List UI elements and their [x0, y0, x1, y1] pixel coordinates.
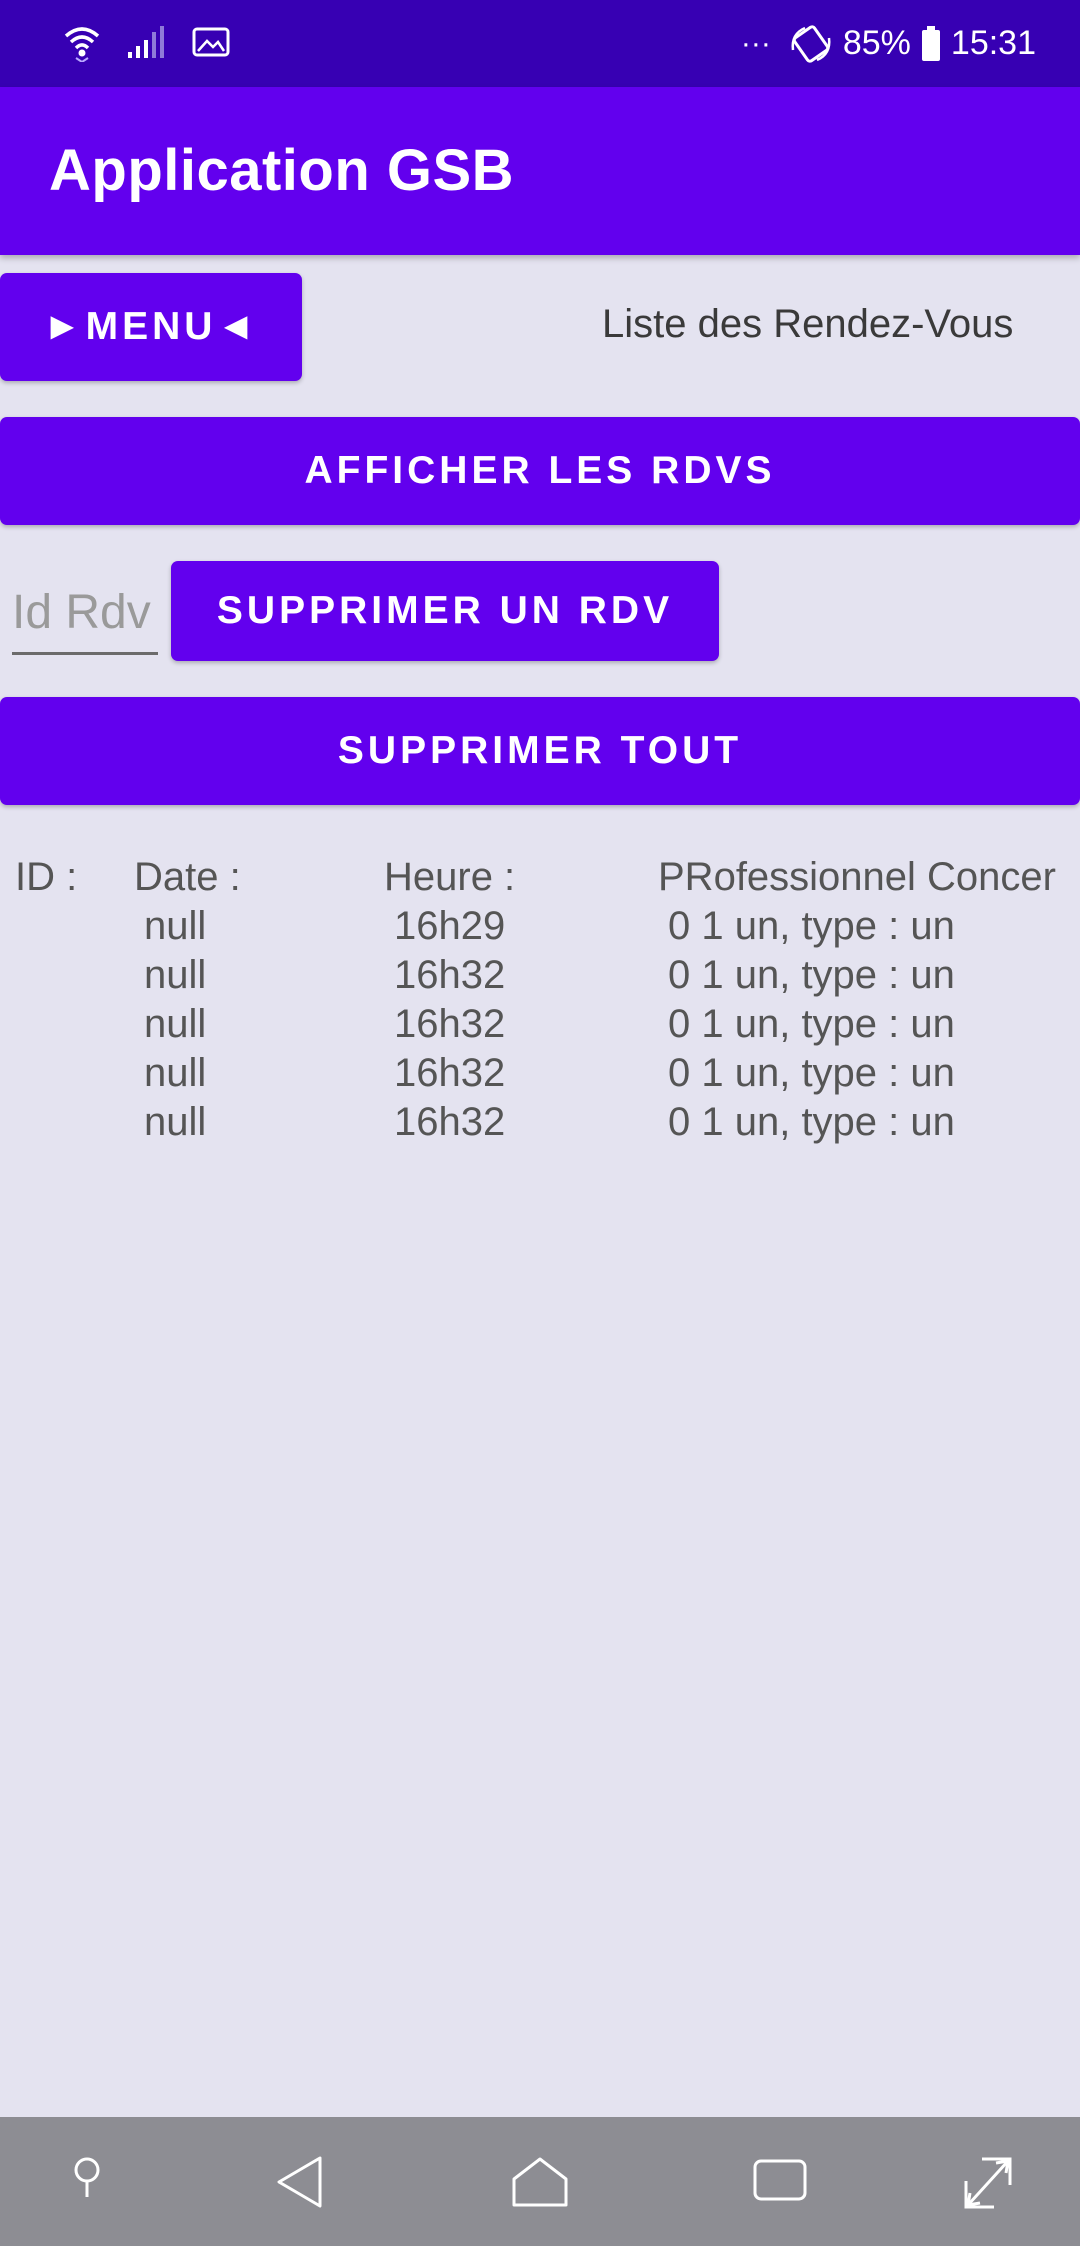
app-title: Application GSB: [49, 138, 515, 203]
delete-all-button[interactable]: SUPPRIMER TOUT: [0, 697, 1080, 805]
page-subtitle: Liste des Rendez-Vous: [602, 302, 1014, 346]
image-icon: [192, 27, 230, 57]
menu-button[interactable]: ►MENU◄: [0, 273, 302, 381]
row-heure: 16h32: [394, 1002, 506, 1046]
notification-dots: ···: [740, 26, 771, 60]
header-professionnel: PRofessionnel Concer: [658, 855, 1056, 899]
row-date: null: [144, 1100, 207, 1144]
show-appointments-button[interactable]: AFFICHER LES RDVS: [0, 417, 1080, 525]
row-professionnel: 0 1 un, type : un: [668, 1100, 955, 1144]
row-professionnel: 0 1 un, type : un: [668, 1002, 955, 1046]
battery-icon: [921, 25, 940, 61]
status-right-info: ··· 85% 15:31: [741, 0, 1036, 87]
row-date: null: [144, 953, 207, 997]
wifi-icon: [64, 27, 100, 62]
row-professionnel: 0 1 un, type : un: [668, 1051, 955, 1095]
status-bar: ··· 85% 15:31: [0, 0, 1080, 87]
rotation-icon: [791, 24, 831, 63]
row-heure: 16h32: [394, 1100, 506, 1144]
status-left-icons: [62, 22, 230, 62]
header-date: Date :: [134, 855, 241, 899]
delete-appointment-button[interactable]: SUPPRIMER UN RDV: [171, 561, 719, 661]
row-heure: 16h32: [394, 1051, 506, 1095]
row-professionnel: 0 1 un, type : un: [668, 904, 955, 948]
home-icon[interactable]: [510, 2155, 570, 2209]
back-icon[interactable]: [274, 2155, 326, 2209]
row-date: null: [144, 904, 207, 948]
clock: 15:31: [950, 24, 1036, 62]
row-date: null: [144, 1002, 207, 1046]
navigation-bar: [0, 2117, 1080, 2246]
header-heure: Heure :: [384, 855, 516, 899]
row-heure: 16h32: [394, 953, 506, 997]
signal-icon: [128, 26, 164, 58]
appointment-id-input[interactable]: [12, 572, 158, 655]
battery-percent: 85%: [842, 24, 911, 62]
row-professionnel: 0 1 un, type : un: [668, 953, 955, 997]
row-heure: 16h29: [394, 904, 506, 948]
recents-icon[interactable]: [752, 2155, 808, 2205]
row-date: null: [144, 1051, 207, 1095]
pin-icon[interactable]: [70, 2155, 104, 2207]
header-id: ID :: [15, 855, 78, 899]
expand-icon[interactable]: [962, 2155, 1014, 2211]
app-bar: Application GSB: [0, 87, 1080, 255]
